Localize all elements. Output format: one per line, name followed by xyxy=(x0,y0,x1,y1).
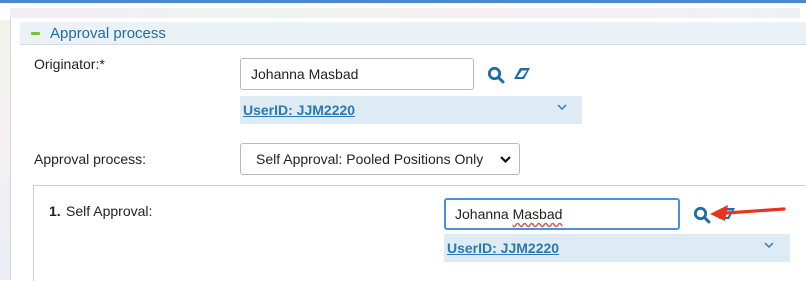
originator-userid-link[interactable]: UserID: JJM2220 xyxy=(243,102,355,118)
originator-input[interactable] xyxy=(240,58,474,90)
self-approver-input[interactable]: Johanna Masbad xyxy=(444,198,680,230)
self-approver-userid-link[interactable]: UserID: JJM2220 xyxy=(447,240,559,256)
search-icon[interactable] xyxy=(487,66,505,84)
left-gradient xyxy=(0,20,10,280)
section-title: Approval process xyxy=(50,24,166,42)
chevron-down-icon[interactable] xyxy=(500,155,511,164)
approval-process-select[interactable]: Self Approval: Pooled Positions Only xyxy=(240,143,520,175)
originator-user-bar[interactable]: UserID: JJM2220 xyxy=(240,96,582,124)
spellcheck-word: Masbad xyxy=(512,206,563,222)
approval-process-selected: Self Approval: Pooled Positions Only xyxy=(256,151,484,167)
step-number: 1. xyxy=(49,203,61,219)
step-label: Self Approval: xyxy=(66,203,153,219)
self-approver-value: Johanna Masbad xyxy=(455,206,563,222)
self-approver-user-bar[interactable]: UserID: JJM2220 xyxy=(444,234,790,262)
chevron-down-icon[interactable] xyxy=(764,242,774,249)
eraser-icon[interactable] xyxy=(511,66,533,82)
section-header[interactable]: Approval process xyxy=(20,22,806,45)
top-border xyxy=(0,0,806,3)
chevron-down-icon[interactable] xyxy=(557,104,567,111)
approval-process-label: Approval process: xyxy=(34,151,147,167)
minus-icon[interactable] xyxy=(30,28,40,38)
top-gradient xyxy=(10,8,800,18)
originator-label: Originator:* xyxy=(34,56,105,72)
approval-step-box xyxy=(33,185,806,281)
red-arrow-icon xyxy=(710,205,786,221)
